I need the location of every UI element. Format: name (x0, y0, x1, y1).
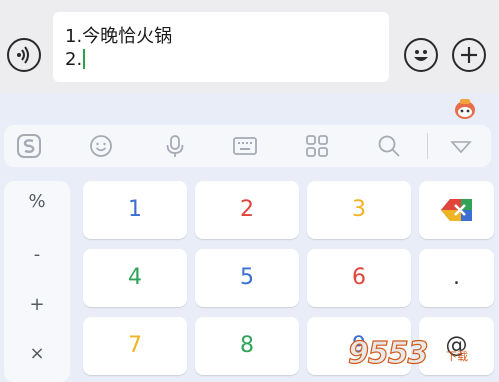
search-icon[interactable] (376, 133, 402, 159)
site-watermark: 9553 下载 (347, 332, 496, 380)
emoji-icon[interactable] (88, 133, 114, 159)
voice-input-button[interactable] (7, 38, 41, 72)
key-6[interactable]: 6 (307, 249, 411, 307)
more-options-button[interactable] (452, 38, 486, 72)
voice-icon (17, 46, 29, 64)
symbol-plus[interactable]: + (4, 294, 70, 315)
watermark-text: 9553 (347, 335, 429, 371)
chat-input-bar: 1.今晚恰火锅 2. (0, 0, 499, 93)
delete-icon (441, 199, 472, 221)
plus-icon (461, 47, 477, 63)
message-line-2: 2. (65, 49, 86, 70)
watermark-sub: 下载 (446, 350, 468, 363)
microphone-icon[interactable] (162, 133, 188, 159)
key-3[interactable]: 3 (307, 181, 411, 239)
key-5[interactable]: 5 (195, 249, 299, 307)
text-caret (83, 49, 86, 69)
message-input[interactable]: 1.今晚恰火锅 2. (53, 12, 389, 82)
apps-grid-icon[interactable] (304, 133, 330, 159)
smiley-icon (414, 50, 428, 61)
sogou-logo-icon[interactable] (16, 133, 42, 159)
keyboard-toolbar (4, 125, 491, 167)
key-2[interactable]: 2 (195, 181, 299, 239)
emoji-button[interactable] (404, 38, 438, 72)
symbol-multiply[interactable]: × (4, 343, 70, 364)
key-7[interactable]: 7 (83, 317, 187, 375)
key-4[interactable]: 4 (83, 249, 187, 307)
keyboard-icon[interactable] (232, 133, 258, 159)
collapse-icon[interactable] (448, 133, 474, 159)
message-line-1: 1.今晚恰火锅 (65, 26, 173, 47)
toolbar-divider (427, 133, 428, 159)
key-8[interactable]: 8 (195, 317, 299, 375)
symbol-side-panel: % - + × (4, 181, 70, 382)
symbol-minus[interactable]: - (4, 244, 70, 265)
symbol-percent[interactable]: % (4, 191, 70, 212)
delete-key[interactable] (419, 181, 494, 239)
key-1[interactable]: 1 (83, 181, 187, 239)
key-dot[interactable]: . (419, 249, 494, 307)
mascot-icon (455, 99, 475, 119)
